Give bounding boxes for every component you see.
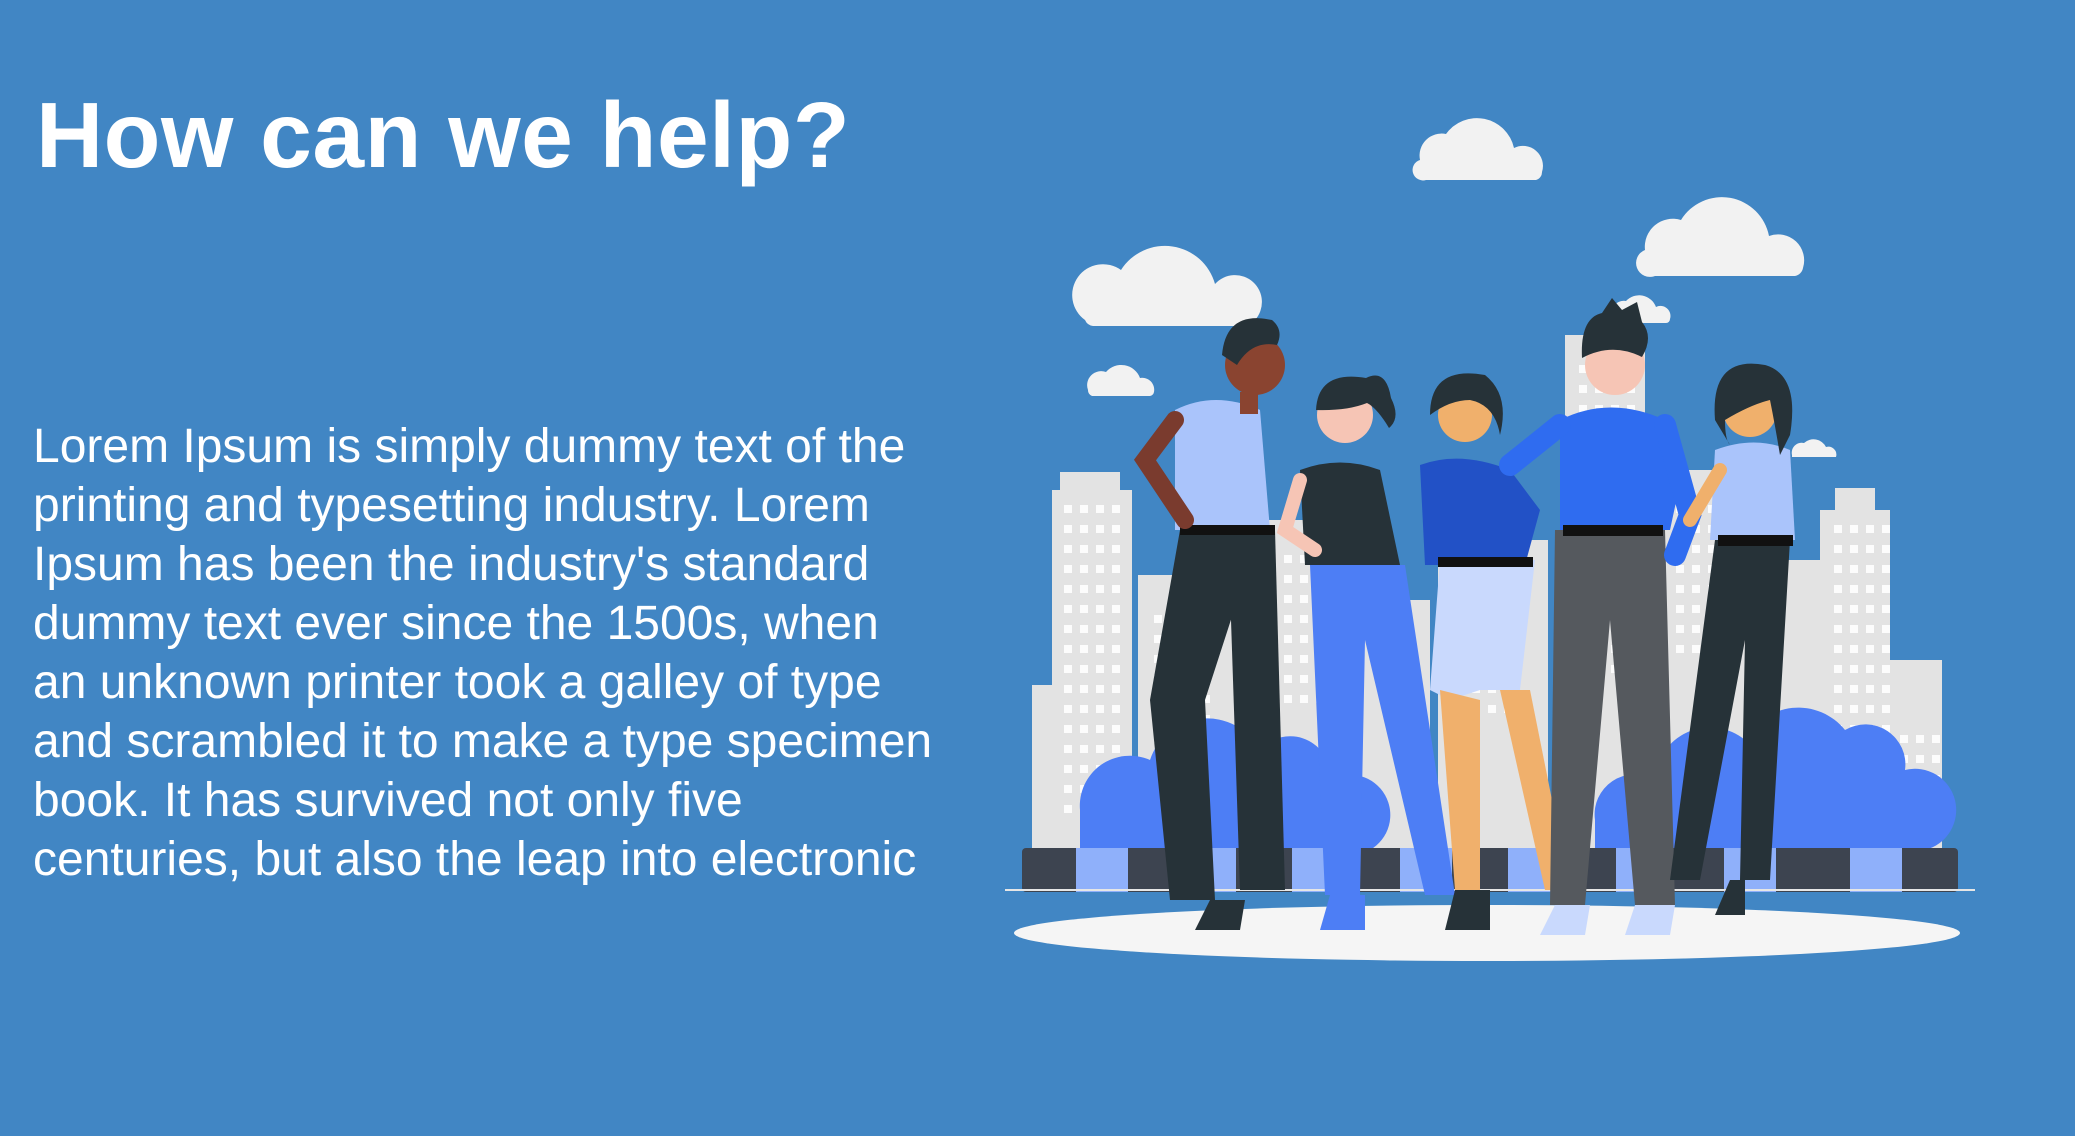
body-line: centuries, but also the leap into electr… [33,833,917,886]
body-paragraph: Lorem Ipsum is simply dummy text of the … [33,417,1033,889]
page-title: How can we help? [36,83,851,187]
body-line: Lorem Ipsum is simply dummy text of the [33,420,906,473]
body-line: printing and typesetting industry. Lorem [33,479,870,532]
team-illustration [1005,118,1975,961]
body-line: Ipsum has been the industry's standard [33,538,870,591]
body-line: book. It has survived not only five [33,774,743,827]
fence [1005,848,1975,892]
body-line: and scrambled it to make a type specimen [33,715,933,768]
help-banner: How can we help? Lorem Ipsum is simply d… [0,0,2075,1136]
body-line: an unknown printer took a galley of type [33,656,882,709]
body-line: dummy text ever since the 1500s, when [33,597,879,650]
